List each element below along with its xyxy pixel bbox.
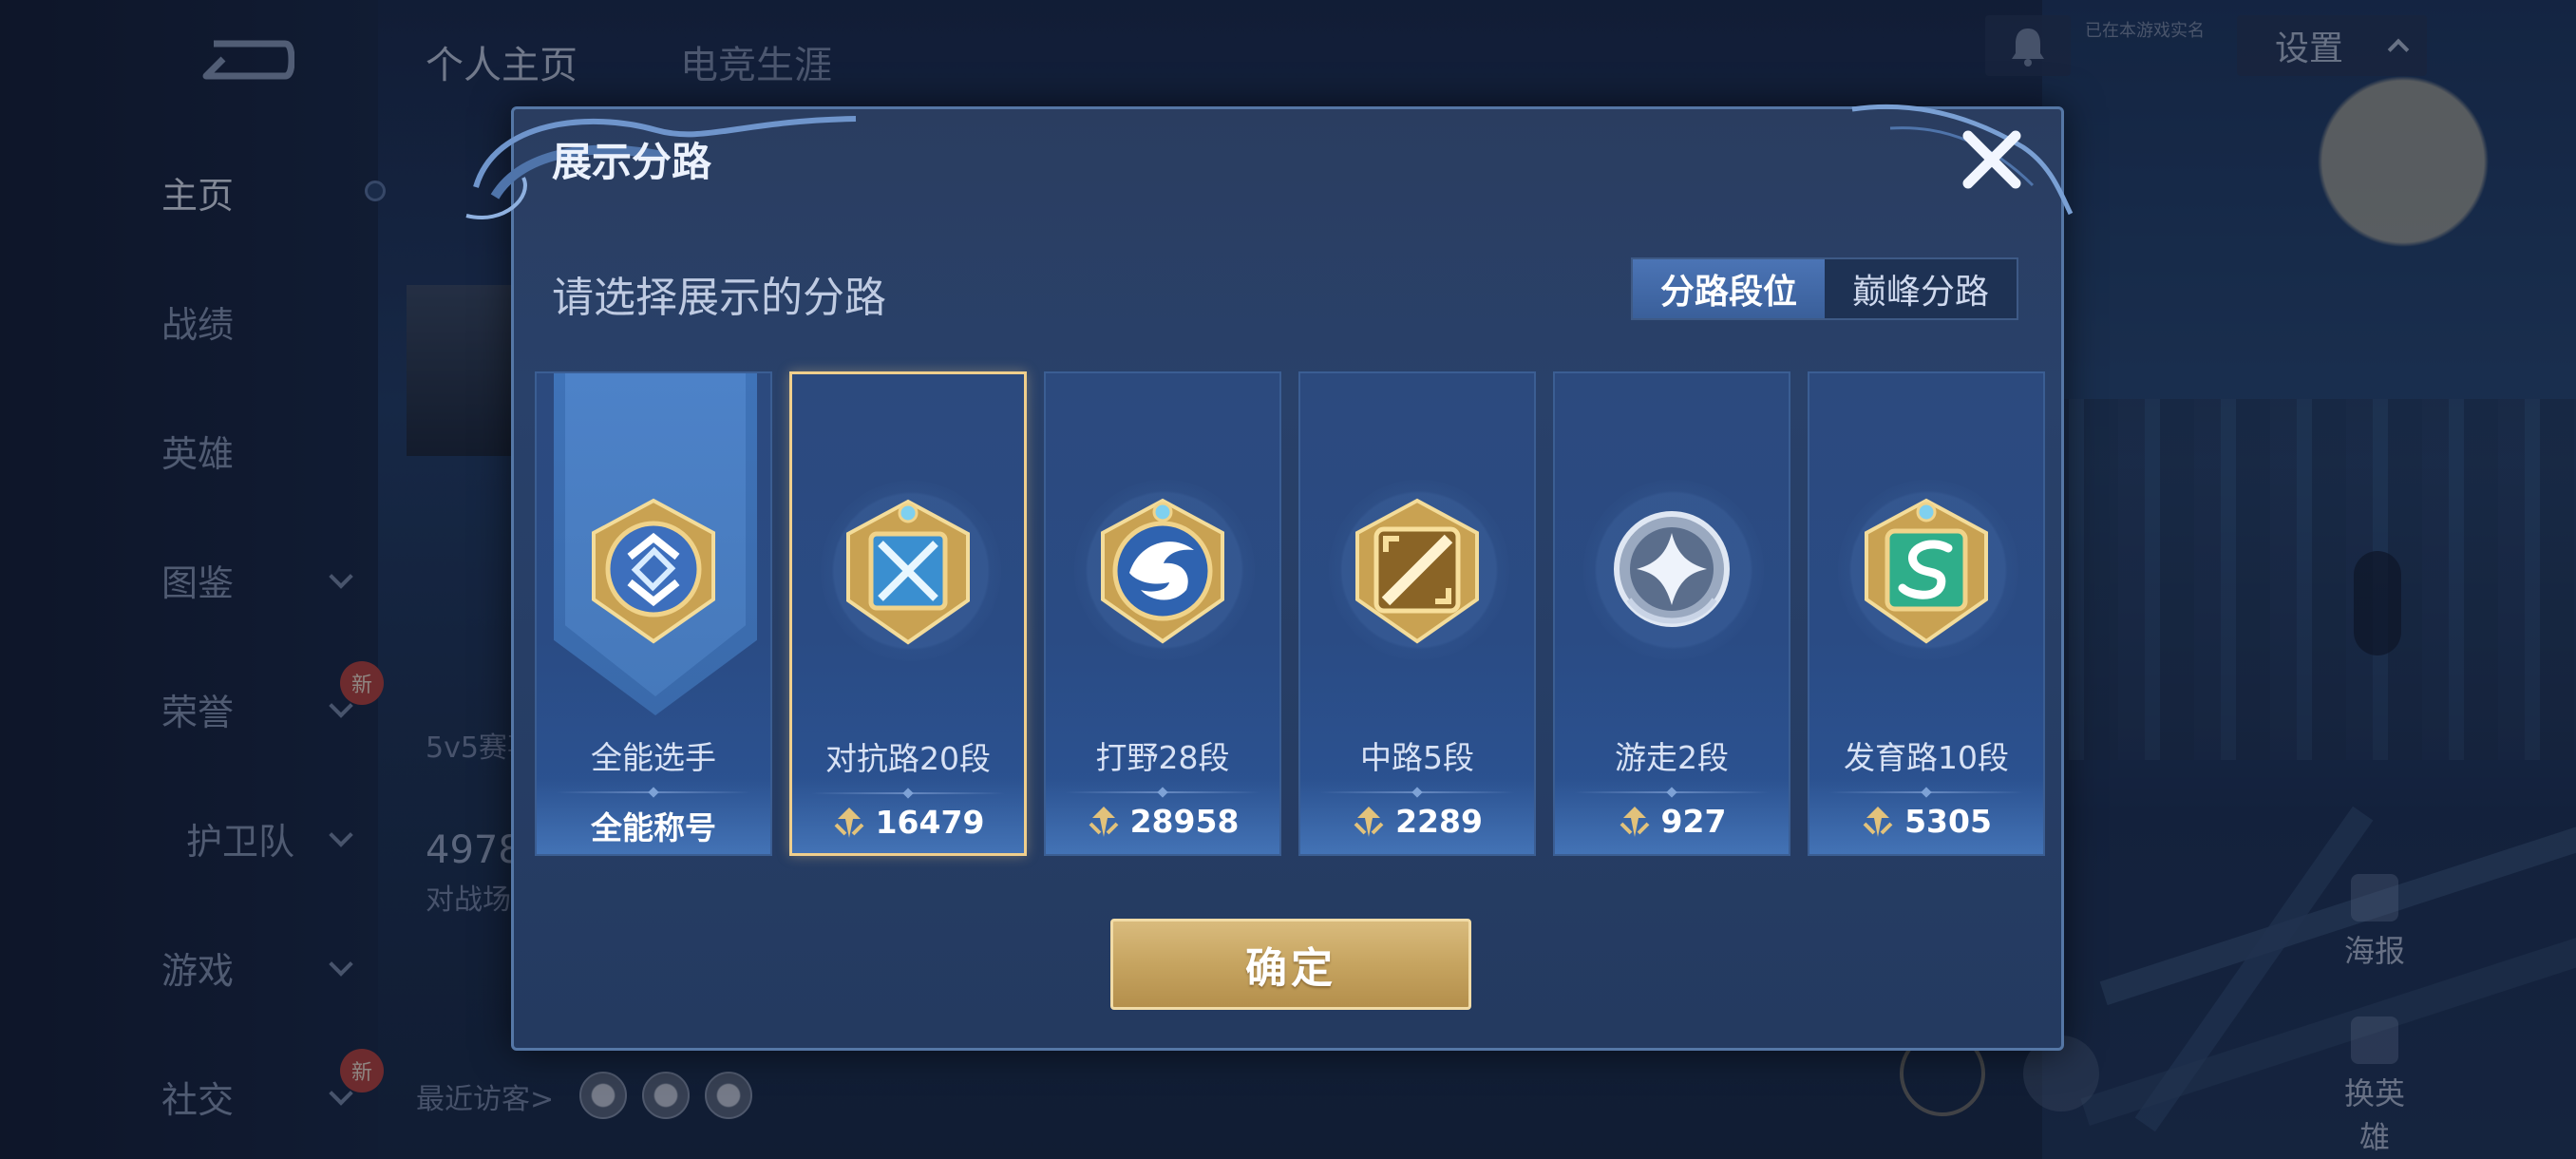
lane-stat: 28958 <box>1046 803 1279 840</box>
lane-name: 发育路10段 <box>1844 739 2009 776</box>
lane-stat: 5305 <box>1809 803 2043 840</box>
ornament-right <box>1851 104 2074 216</box>
score-icon <box>1089 806 1119 837</box>
lane-name: 打野28段 <box>1095 739 1230 776</box>
divider <box>811 792 1005 794</box>
tab-peak-lane[interactable]: 巅峰分路 <box>1825 259 2017 318</box>
lane-card-clash[interactable]: 对抗路20段 16479 <box>789 371 1027 856</box>
lane-stat: 全能称号 <box>591 809 716 846</box>
divider <box>1319 791 1515 793</box>
lane-stat: 2289 <box>1300 803 1534 840</box>
lane-name: 全能选手 <box>591 739 716 776</box>
divider <box>1574 791 1770 793</box>
lane-card-all-round[interactable]: 全能选手 全能称号 <box>535 371 772 856</box>
lane-type-toggle: 分路段位 巅峰分路 <box>1631 257 2018 320</box>
score-icon <box>1863 806 1893 837</box>
display-lane-dialog: 展示分路 请选择展示的分路 分路段位 巅峰分路 全能选手 全能称号 对抗路20段… <box>465 104 2074 1051</box>
lane-name: 对抗路20段 <box>825 740 991 777</box>
mid-lane-badge-icon <box>1355 498 1479 644</box>
divider <box>1065 791 1260 793</box>
lane-name: 中路5段 <box>1360 739 1474 776</box>
lane-name: 游走2段 <box>1615 739 1729 776</box>
farm-lane-badge-icon <box>1865 498 1988 644</box>
lane-stat: 927 <box>1555 803 1789 840</box>
lane-stat: 16479 <box>792 804 1024 841</box>
jungle-badge-icon <box>1101 498 1224 644</box>
score-icon <box>834 807 864 838</box>
dialog-subtitle: 请选择展示的分路 <box>552 274 886 322</box>
lane-card-jungle[interactable]: 打野28段 28958 <box>1044 371 1281 856</box>
clash-lane-badge-icon <box>846 499 970 645</box>
lane-card-list: 全能选手 全能称号 对抗路20段 16479 打野28段 28958 中路5段 … <box>535 371 2045 856</box>
lane-card-farm[interactable]: 发育路10段 5305 <box>1808 371 2045 856</box>
close-icon[interactable] <box>1959 126 2025 193</box>
lane-card-mid[interactable]: 中路5段 2289 <box>1298 371 1536 856</box>
divider <box>556 791 751 793</box>
lane-card-roam[interactable]: 游走2段 927 <box>1553 371 1790 856</box>
divider <box>1828 791 2024 793</box>
score-icon <box>1619 806 1649 837</box>
confirm-button[interactable]: 确定 <box>1110 919 1471 1010</box>
dialog-title: 展示分路 <box>552 139 712 185</box>
roam-badge-icon <box>1614 511 1730 627</box>
tab-lane-rank[interactable]: 分路段位 <box>1633 259 1825 318</box>
all-round-badge-icon <box>592 498 715 644</box>
score-icon <box>1354 806 1384 837</box>
